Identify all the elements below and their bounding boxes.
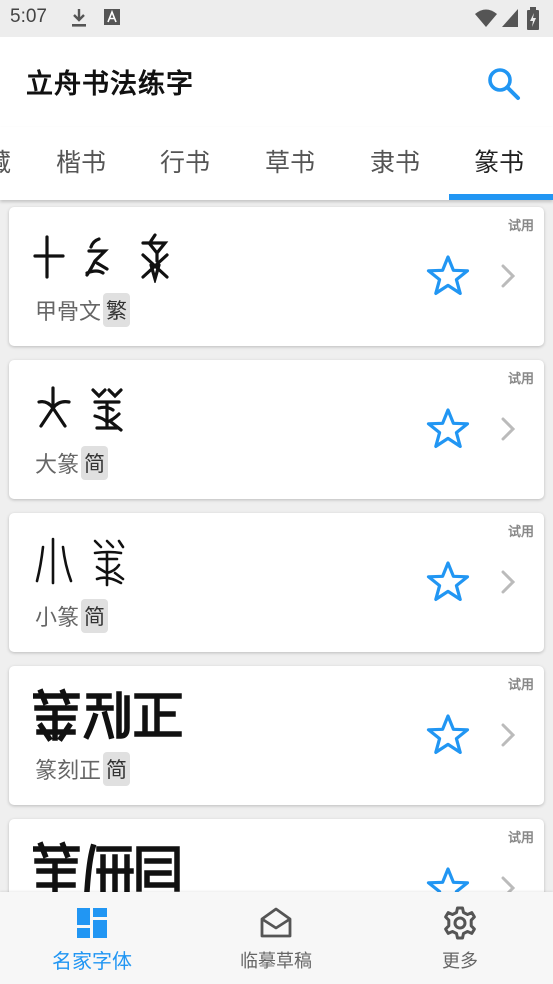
nav-label: 更多 [442, 951, 478, 972]
tab-cang[interactable]: 藏 [0, 143, 11, 179]
nav-item-fonts[interactable]: 名家字体 [0, 892, 184, 984]
battery-charging-icon [527, 7, 539, 30]
chevron-right-icon[interactable] [497, 414, 519, 444]
tab-kaishu[interactable]: 楷书 [56, 143, 106, 179]
font-preview-image [37, 386, 123, 432]
nav-label: 名家字体 [52, 949, 132, 973]
font-list[interactable]: 试用 甲骨文 繁 试用 大篆 简 试用 小篆 简 试用 篆刻正 简 试用 [0, 200, 553, 892]
gear-icon [444, 906, 476, 940]
nav-item-drafts[interactable]: 临摹草稿 [184, 892, 368, 984]
nav-item-more[interactable]: 更多 [368, 892, 552, 984]
font-name-row: 篆刻正 简 [35, 751, 131, 787]
chevron-right-icon[interactable] [497, 873, 519, 892]
font-preview-image [33, 688, 182, 742]
script-tag: 繁 [103, 293, 131, 327]
search-icon [488, 68, 520, 100]
text-a-icon [104, 9, 120, 25]
chevron-right-icon[interactable] [497, 567, 519, 597]
tab-indicator [449, 194, 553, 200]
app-title: 立舟书法练字 [26, 69, 194, 100]
star-outline-icon[interactable] [426, 407, 470, 451]
font-preview-image [35, 537, 125, 587]
trial-badge: 试用 [507, 219, 534, 234]
font-name-row: 小篆 简 [35, 598, 109, 634]
trial-badge: 试用 [507, 525, 534, 540]
trial-badge: 试用 [507, 372, 534, 387]
star-outline-icon[interactable] [426, 254, 470, 298]
script-tag: 简 [103, 752, 131, 786]
font-preview-image [33, 233, 169, 283]
font-name: 小篆 [35, 606, 80, 631]
font-preview-image [33, 841, 180, 892]
font-card-zhuankezheng[interactable]: 试用 篆刻正 简 [9, 666, 544, 805]
font-card-partial[interactable]: 试用 [9, 819, 544, 892]
dashboard-icon [77, 908, 107, 938]
script-tag: 简 [81, 446, 109, 480]
bottom-navigation: 名家字体 临摹草稿 更多 [0, 892, 553, 984]
status-time: 5:07 [10, 6, 47, 27]
script-tag: 简 [81, 599, 109, 633]
trial-badge: 试用 [507, 678, 534, 693]
trial-badge: 试用 [507, 831, 534, 846]
star-outline-icon[interactable] [426, 713, 470, 757]
mail-open-icon [260, 907, 292, 938]
chevron-right-icon[interactable] [497, 720, 519, 750]
font-name: 大篆 [35, 453, 80, 478]
font-name-row: 大篆 简 [35, 445, 109, 481]
nav-label: 临摹草稿 [240, 951, 312, 972]
status-bar: 5:07 [0, 0, 553, 37]
chevron-right-icon[interactable] [497, 261, 519, 291]
font-name: 篆刻正 [35, 759, 102, 784]
wifi-icon [475, 9, 497, 27]
font-name: 甲骨文 [35, 300, 102, 325]
tab-caoshu[interactable]: 草书 [265, 143, 315, 179]
font-card-xiaozhuan[interactable]: 试用 小篆 简 [9, 513, 544, 652]
star-outline-icon[interactable] [426, 560, 470, 604]
font-name-row: 甲骨文 繁 [35, 292, 131, 328]
font-card-dazhuan[interactable]: 试用 大篆 简 [9, 360, 544, 499]
category-tabs: 藏 楷书 行书 草书 隶书 篆书 [0, 127, 553, 200]
cellular-icon [502, 9, 518, 27]
font-card-jiaguwen[interactable]: 试用 甲骨文 繁 [9, 207, 544, 346]
tab-zhuanshu[interactable]: 篆书 [474, 143, 524, 179]
download-icon [72, 9, 86, 27]
star-outline-icon[interactable] [426, 866, 470, 892]
search-button[interactable] [484, 64, 524, 104]
tab-xingshu[interactable]: 行书 [160, 143, 210, 179]
tab-lishu[interactable]: 隶书 [370, 143, 420, 179]
app-bar: 立舟书法练字 [0, 37, 553, 127]
